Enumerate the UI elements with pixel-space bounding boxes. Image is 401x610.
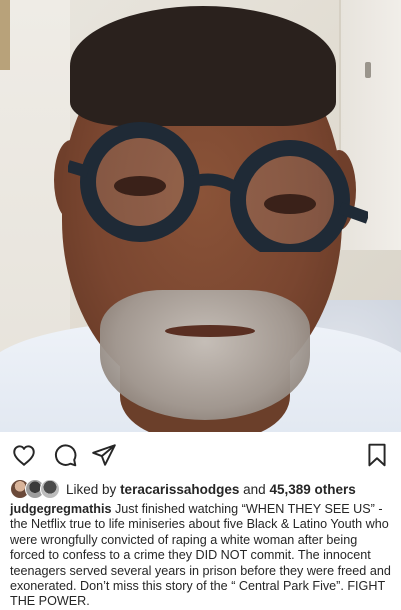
photo-wall-frame [0, 0, 10, 70]
comment-icon [54, 444, 77, 467]
avatar [40, 479, 60, 499]
liked-by-prefix: Liked by [66, 481, 117, 497]
liked-by-joiner: and [243, 481, 266, 497]
comment-button[interactable] [52, 442, 78, 468]
liked-by-username[interactable]: teracarissahodges [120, 482, 239, 497]
save-button[interactable] [364, 442, 390, 468]
caption-username[interactable]: judgegregmathis [10, 502, 111, 516]
share-button[interactable] [91, 442, 117, 468]
instagram-post: Liked by teracarissahodges and 45,389 ot… [0, 0, 401, 608]
liker-avatars[interactable] [10, 479, 60, 499]
photo-mouth [165, 325, 255, 337]
likes-count[interactable]: 45,389 others [269, 482, 355, 497]
post-caption: judgegregmathis Just finished watching “… [10, 502, 392, 610]
photo-beard [100, 290, 310, 420]
like-button[interactable] [11, 442, 37, 468]
bookmark-icon [368, 443, 386, 467]
post-photo[interactable] [0, 0, 401, 432]
photo-hair [70, 6, 336, 126]
photo-glasses [68, 122, 368, 252]
send-icon [92, 444, 116, 466]
photo-door-hinge [365, 62, 371, 78]
heart-icon [13, 445, 35, 466]
liked-by-row: Liked by teracarissahodges and 45,389 ot… [10, 478, 356, 500]
post-action-bar [0, 432, 401, 474]
caption-text: Just finished watching “WHEN THEY SEE US… [10, 502, 391, 609]
